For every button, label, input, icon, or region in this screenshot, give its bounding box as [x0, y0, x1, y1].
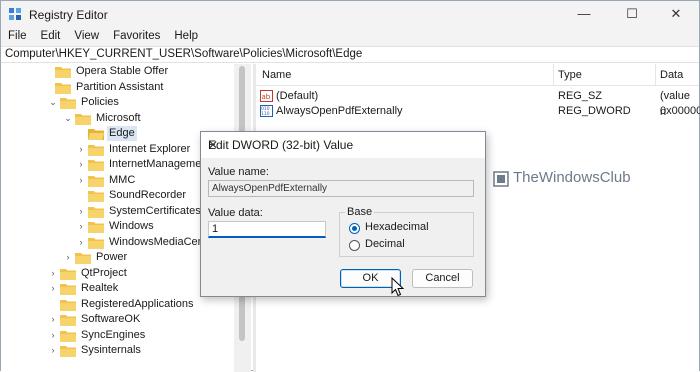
tree-item-label: Opera Stable Offer	[76, 65, 169, 77]
folder-open-icon	[88, 129, 104, 140]
mouse-pointer-icon	[391, 277, 405, 297]
folder-icon	[55, 83, 71, 94]
menu-file[interactable]: File	[1, 27, 34, 42]
column-header-type[interactable]: Type	[558, 69, 582, 81]
menu-bar: File Edit View Favorites Help	[1, 27, 699, 46]
tree-item-label: Windows	[109, 220, 154, 232]
column-separator[interactable]	[553, 64, 554, 86]
tree-item-label: SoftwareOK	[81, 313, 141, 325]
folder-icon	[60, 98, 76, 109]
expand-chevron-icon[interactable]: ›	[63, 250, 73, 265]
list-row[interactable]: ab (Default) REG_SZ (value n	[256, 88, 699, 118]
decimal-radio[interactable]	[349, 240, 360, 251]
menu-edit[interactable]: Edit	[34, 27, 68, 42]
menu-help[interactable]: Help	[167, 27, 205, 42]
column-header-data[interactable]: Data	[660, 69, 683, 81]
base-group-label: Base	[345, 206, 375, 218]
tree-item-label: SoundRecorder	[109, 189, 187, 201]
value-name-label: Value name:	[208, 166, 269, 178]
tree-item-label: WindowsMediaCente	[109, 236, 213, 248]
tree-item-label: Internet Explorer	[109, 143, 191, 155]
hexadecimal-radio[interactable]	[349, 223, 360, 234]
folder-icon	[88, 207, 104, 218]
folder-icon	[88, 145, 104, 156]
folder-icon	[60, 315, 76, 326]
tree-item-label: QtProject	[81, 267, 127, 279]
tree-item-label: Realtek	[81, 282, 119, 294]
folder-icon	[60, 346, 76, 357]
folder-icon	[60, 300, 76, 311]
expand-chevron-icon[interactable]: ›	[76, 235, 86, 250]
folder-icon	[88, 160, 104, 171]
window-title: Registry Editor	[29, 8, 108, 22]
tree-item-label: RegisteredApplications	[81, 298, 194, 310]
folder-icon	[60, 331, 76, 342]
menu-view[interactable]: View	[67, 27, 106, 42]
tree-item-label: Edge	[107, 126, 137, 141]
expand-chevron-icon[interactable]: ›	[76, 204, 86, 219]
expand-chevron-icon[interactable]: ›	[48, 312, 58, 327]
expand-chevron-icon[interactable]: ›	[48, 343, 58, 358]
folder-icon	[75, 114, 91, 125]
tree-item-label: InternetManagement	[109, 158, 211, 170]
svg-text:110: 110	[261, 111, 270, 117]
list-row[interactable]: 010 110 AlwaysOpenPdfExternally REG_DWORD…	[256, 103, 700, 119]
folder-icon	[75, 253, 91, 264]
tree-item-label: MMC	[109, 174, 136, 186]
tree-item-label: Microsoft	[96, 112, 141, 124]
dword-value-icon: 010110	[260, 105, 273, 117]
windows-club-logo-icon	[493, 171, 509, 187]
tree-item-label: Policies	[81, 96, 119, 108]
minimize-button[interactable]: —	[561, 1, 607, 27]
tree-item-label: SystemCertificates	[109, 205, 201, 217]
tree-item-label: Power	[96, 251, 128, 263]
tree-item-label: Partition Assistant	[76, 81, 164, 93]
value-name: AlwaysOpenPdfExternally	[276, 105, 403, 117]
list-header: Name Type Data	[256, 64, 699, 86]
close-button[interactable]: ✕	[653, 1, 699, 27]
expand-chevron-icon[interactable]: ›	[76, 157, 86, 172]
dialog-title-bar: Edit DWORD (32-bit) Value ✕	[201, 132, 485, 158]
column-header-name[interactable]: Name	[262, 69, 291, 81]
folder-icon	[88, 222, 104, 233]
menu-favorites[interactable]: Favorites	[106, 27, 167, 42]
folder-icon	[60, 269, 76, 280]
expand-chevron-icon[interactable]: ›	[48, 328, 58, 343]
address-bar[interactable]: Computer\HKEY_CURRENT_USER\Software\Poli…	[1, 46, 699, 63]
value-data: 0x00000	[660, 105, 700, 117]
expand-chevron-icon[interactable]: ›	[48, 281, 58, 296]
column-separator[interactable]	[655, 64, 656, 86]
title-bar: Registry Editor — ☐ ✕	[1, 1, 699, 27]
folder-icon	[88, 238, 104, 249]
value-name: (Default)	[276, 90, 319, 102]
tree-item-label: Sysinternals	[81, 344, 141, 356]
expand-chevron-icon[interactable]: ›	[76, 142, 86, 157]
folder-icon	[55, 67, 71, 78]
registry-editor-icon	[9, 8, 21, 20]
folder-icon	[60, 284, 76, 295]
decimal-label[interactable]: Decimal	[365, 238, 405, 250]
value-name-field: AlwaysOpenPdfExternally	[208, 180, 474, 197]
folder-icon	[88, 191, 104, 202]
collapse-chevron-icon[interactable]: ⌄	[63, 111, 73, 126]
edit-dword-dialog: Edit DWORD (32-bit) Value ✕ Value name: …	[200, 131, 486, 297]
base-group: Base Hexadecimal Decimal	[339, 206, 474, 257]
expand-chevron-icon[interactable]: ›	[48, 266, 58, 281]
watermark-text: TheWindowsClub	[513, 169, 631, 186]
hexadecimal-label[interactable]: Hexadecimal	[365, 221, 429, 233]
dialog-close-button[interactable]: ✕	[208, 138, 477, 152]
value-type: REG_DWORD	[558, 105, 631, 117]
value-data-label: Value data:	[208, 207, 263, 219]
collapse-chevron-icon[interactable]: ⌄	[48, 95, 58, 110]
folder-icon	[88, 176, 104, 187]
maximize-button[interactable]: ☐	[609, 1, 655, 27]
svg-text:ab: ab	[262, 93, 271, 101]
string-value-icon: ab	[260, 90, 273, 102]
value-data-input[interactable]: 1	[208, 221, 326, 238]
expand-chevron-icon[interactable]: ›	[76, 173, 86, 188]
value-type: REG_SZ	[558, 90, 603, 102]
cancel-button[interactable]: Cancel	[412, 269, 473, 288]
tree-item-label: SyncEngines	[81, 329, 146, 341]
expand-chevron-icon[interactable]: ›	[76, 219, 86, 234]
